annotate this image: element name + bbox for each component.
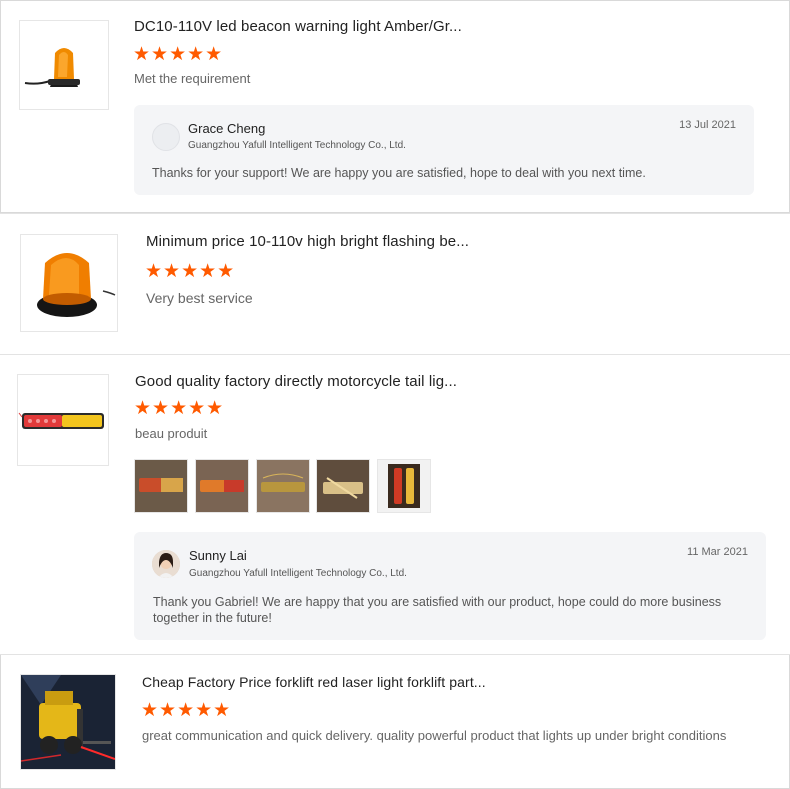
product-thumbnail[interactable] (20, 234, 118, 332)
review-photo[interactable] (195, 459, 249, 513)
product-thumbnail[interactable] (20, 674, 116, 770)
beacon-light-image (37, 253, 116, 317)
reply-author-name: Sunny Lai (189, 548, 247, 563)
product-title[interactable]: Minimum price 10-110v high bright flashi… (146, 233, 469, 250)
avatar (152, 123, 180, 151)
reply-message: Thanks for your support! We are happy yo… (152, 166, 646, 180)
product-title[interactable]: Cheap Factory Price forklift red laser l… (142, 674, 486, 690)
review-photo[interactable] (256, 459, 310, 513)
review-photo[interactable] (316, 459, 370, 513)
review-photo-image (378, 460, 430, 512)
review-comment: Met the requirement (134, 71, 251, 86)
review-comment: beau produit (135, 426, 208, 441)
rating-stars: ★★★★★ (145, 261, 236, 282)
rating-stars: ★★★★★ (133, 44, 224, 65)
seller-reply: Sunny Lai Guangzhou Yafull Intelligent T… (134, 532, 766, 640)
forklift-image (21, 675, 115, 769)
seller-reply: Grace Cheng Guangzhou Yafull Intelligent… (134, 105, 754, 195)
avatar-image (152, 550, 180, 578)
avatar (152, 550, 180, 578)
review-photo[interactable] (377, 459, 431, 513)
review-photo-image (317, 460, 369, 512)
reply-company: Guangzhou Yafull Intelligent Technology … (189, 568, 407, 579)
review-photo[interactable] (134, 459, 188, 513)
beacon-light-image (24, 48, 80, 87)
reply-company: Guangzhou Yafull Intelligent Technology … (188, 140, 406, 151)
product-thumbnail[interactable] (17, 374, 109, 466)
review-comment: Very best service (146, 290, 253, 306)
rating-stars: ★★★★★ (134, 398, 225, 419)
review-photo-image (196, 460, 248, 512)
reply-date: 11 Mar 2021 (687, 546, 748, 558)
product-title[interactable]: DC10-110V led beacon warning light Amber… (134, 18, 462, 35)
review-photo-image (257, 460, 309, 512)
reply-date: 13 Jul 2021 (679, 119, 736, 131)
reply-author-name: Grace Cheng (188, 121, 266, 136)
product-title[interactable]: Good quality factory directly motorcycle… (135, 373, 457, 390)
review-photo-image (135, 460, 187, 512)
product-thumbnail[interactable] (19, 20, 109, 110)
divider (0, 354, 790, 355)
reply-message-line-2: together in the future! (153, 611, 272, 625)
rating-stars: ★★★★★ (141, 700, 232, 721)
review-comment: great communication and quick delivery. … (142, 728, 727, 743)
reply-message-line-1: Thank you Gabriel! We are happy that you… (153, 595, 722, 609)
tail-light-image (18, 412, 104, 429)
divider (0, 213, 790, 214)
